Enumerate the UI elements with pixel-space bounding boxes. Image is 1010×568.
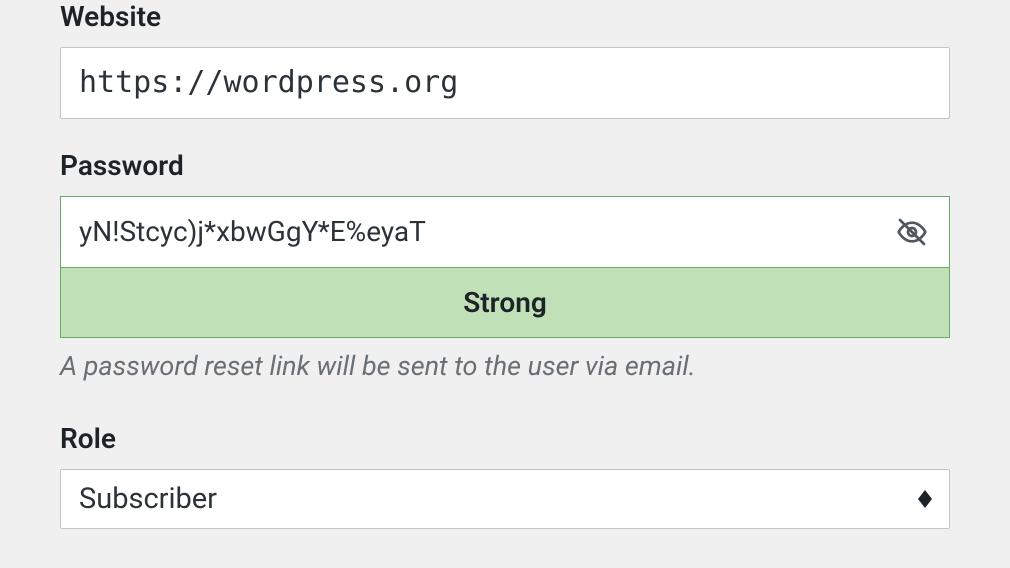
role-select[interactable]: Subscriber xyxy=(60,469,950,529)
password-label: Password xyxy=(60,149,950,182)
role-label: Role xyxy=(60,422,950,455)
toggle-password-visibility-button[interactable] xyxy=(892,212,932,252)
password-hint: A password reset link will be sent to th… xyxy=(60,350,950,382)
password-strength-indicator: Strong xyxy=(60,267,950,338)
password-field: Password Strong A password reset link wi… xyxy=(60,149,950,382)
website-input[interactable] xyxy=(60,47,950,119)
website-field: Website xyxy=(60,0,950,119)
eye-slash-icon xyxy=(896,216,928,248)
role-field: Role Subscriber xyxy=(60,422,950,529)
password-input[interactable] xyxy=(60,196,950,267)
website-label: Website xyxy=(60,0,950,33)
